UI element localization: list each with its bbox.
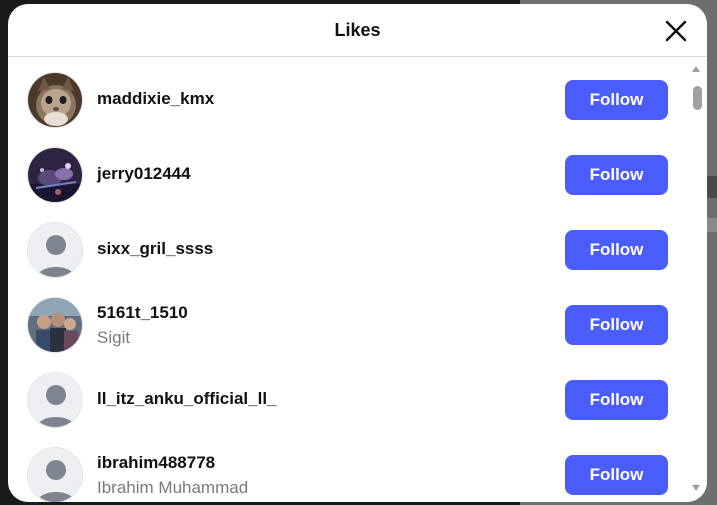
avatar[interactable] [27, 147, 83, 203]
night-photo-icon [28, 148, 82, 202]
follow-button[interactable]: Follow [565, 155, 668, 195]
list-item: ll_itz_anku_official_ll_ Follow [8, 372, 688, 447]
close-button[interactable] [665, 20, 687, 42]
list-item: ibrahim488778 Ibrahim Muhammad Follow [8, 447, 688, 502]
username[interactable]: ll_itz_anku_official_ll_ [97, 388, 277, 410]
follow-button[interactable]: Follow [565, 230, 668, 270]
group-photo-icon [28, 298, 82, 352]
user-names: 5161t_1510 Sigit [97, 302, 188, 349]
scrollbar-thumb[interactable] [693, 86, 702, 110]
list-item: sixx_gril_ssss Follow [8, 222, 688, 297]
user-names: ibrahim488778 Ibrahim Muhammad [97, 452, 248, 499]
cat-photo-icon [28, 73, 82, 127]
dialog-header: Likes [8, 4, 707, 57]
avatar[interactable] [27, 72, 83, 128]
likes-dialog: Likes maddixie_kmx Follow jerry012444 Fo… [8, 4, 707, 502]
likes-list: maddixie_kmx Follow jerry012444 Follow s… [8, 58, 707, 502]
full-name: Sigit [97, 328, 131, 347]
list-item: 5161t_1510 Sigit Follow [8, 297, 688, 372]
list-item: jerry012444 Follow [8, 147, 688, 222]
default-avatar-icon [28, 448, 82, 502]
username[interactable]: maddixie_kmx [97, 88, 214, 110]
scroll-down-arrow-icon[interactable] [692, 485, 700, 491]
avatar[interactable] [27, 297, 83, 353]
dialog-title: Likes [334, 19, 381, 40]
user-names: ll_itz_anku_official_ll_ [97, 388, 277, 410]
user-names: sixx_gril_ssss [97, 238, 213, 260]
avatar[interactable] [27, 447, 83, 502]
follow-button[interactable]: Follow [565, 380, 668, 420]
scroll-up-arrow-icon[interactable] [692, 66, 700, 72]
close-icon [665, 20, 687, 42]
username[interactable]: 5161t_1510 [97, 302, 188, 324]
scrollbar[interactable] [688, 58, 707, 502]
follow-button[interactable]: Follow [565, 455, 668, 495]
follow-button[interactable]: Follow [565, 305, 668, 345]
full-name: Ibrahim Muhammad [97, 478, 249, 497]
follow-button[interactable]: Follow [565, 80, 668, 120]
avatar[interactable] [27, 222, 83, 278]
user-names: jerry012444 [97, 163, 191, 185]
username[interactable]: ibrahim488778 [97, 452, 248, 474]
username[interactable]: sixx_gril_ssss [97, 238, 213, 260]
avatar[interactable] [27, 372, 83, 428]
default-avatar-icon [28, 373, 82, 427]
list-item: maddixie_kmx Follow [8, 72, 688, 147]
default-avatar-icon [28, 223, 82, 277]
user-names: maddixie_kmx [97, 88, 214, 110]
username[interactable]: jerry012444 [97, 163, 191, 185]
